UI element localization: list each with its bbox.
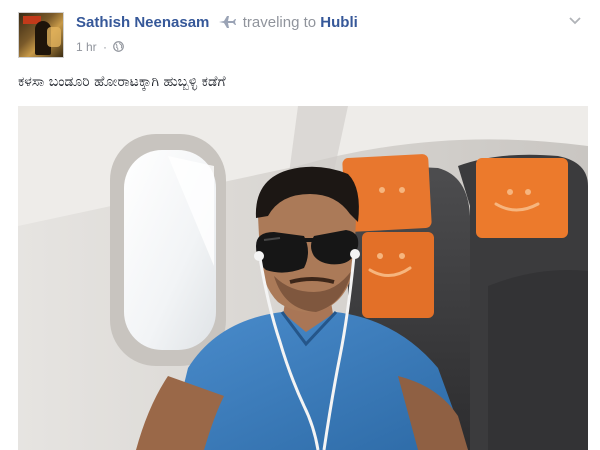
post-header: Sathish Neenasam traveling to Hubli 1 hr… [18, 12, 588, 58]
post-message: ಕಳಸಾ ಬಂಡೂರಿ ಹೋರಾಟಕ್ಕಾಗಿ ಹುಬ್ಬಳ್ಳಿ ಕಡೆಗೆ [18, 74, 226, 90]
globe-icon[interactable] [113, 41, 125, 52]
post-meta: 1 hr · [76, 40, 125, 54]
chevron-down-icon[interactable] [568, 16, 582, 26]
author-line: Sathish Neenasam traveling to Hubli [76, 14, 358, 31]
selfie-image [18, 106, 588, 450]
activity-text: traveling to [242, 14, 317, 31]
author-name-link[interactable]: Sathish Neenasam [76, 14, 209, 31]
timestamp-link[interactable]: 1 hr [76, 40, 97, 54]
plane-icon [218, 16, 236, 28]
destination-link[interactable]: Hubli [320, 14, 358, 31]
post-photo[interactable] [18, 106, 588, 450]
author-avatar[interactable] [18, 12, 64, 58]
feed-post: Sathish Neenasam traveling to Hubli 1 hr… [0, 0, 600, 450]
meta-separator: · [103, 40, 108, 54]
